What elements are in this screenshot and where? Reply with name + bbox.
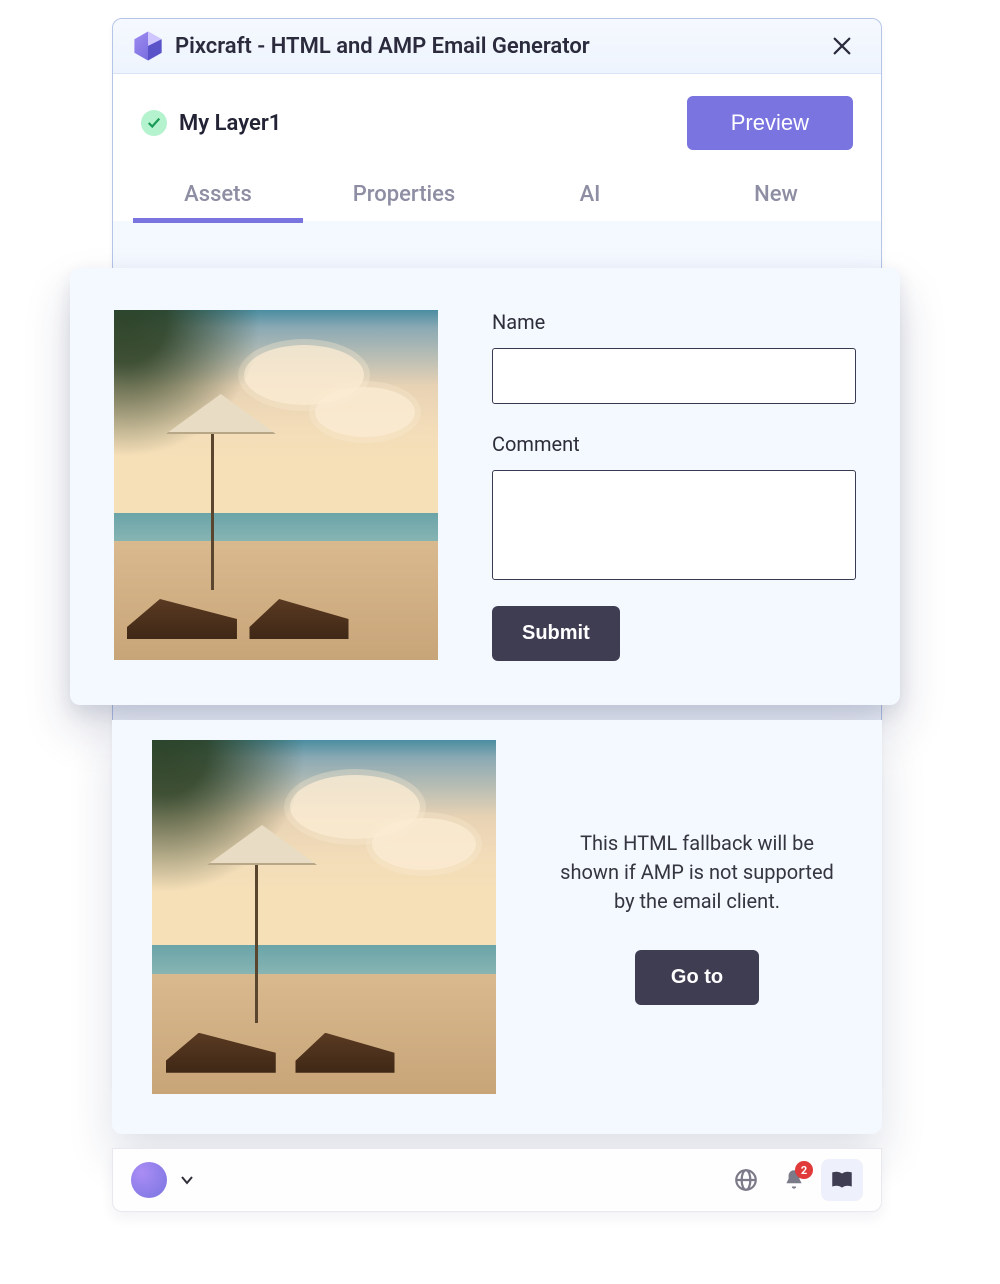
- tab-properties[interactable]: Properties: [311, 168, 497, 221]
- goto-button[interactable]: Go to: [635, 950, 759, 1005]
- status-check-icon: [141, 110, 167, 136]
- comment-input[interactable]: [492, 470, 856, 580]
- name-label: Name: [492, 310, 856, 334]
- close-button[interactable]: [825, 29, 859, 63]
- chevron-down-icon: [179, 1172, 195, 1188]
- close-icon: [831, 35, 853, 57]
- fallback-content: This HTML fallback will be shown if AMP …: [552, 829, 842, 1005]
- book-icon: [829, 1167, 855, 1193]
- app-logo-icon: [131, 29, 165, 63]
- tab-assets[interactable]: Assets: [125, 168, 311, 221]
- comment-label: Comment: [492, 432, 856, 456]
- html-fallback-card: This HTML fallback will be shown if AMP …: [112, 720, 882, 1134]
- tab-new[interactable]: New: [683, 168, 869, 221]
- fallback-message: This HTML fallback will be shown if AMP …: [552, 829, 842, 916]
- bottom-bar: 2: [112, 1148, 882, 1212]
- submit-button[interactable]: Submit: [492, 606, 620, 661]
- globe-button[interactable]: [725, 1159, 767, 1201]
- amp-preview-card: Name Comment Submit: [70, 268, 900, 705]
- preview-button[interactable]: Preview: [687, 96, 853, 150]
- tab-ai[interactable]: AI: [497, 168, 683, 221]
- user-avatar[interactable]: [131, 1162, 167, 1198]
- subheader: My Layer1 Preview: [113, 74, 881, 168]
- tabs: Assets Properties AI New: [113, 168, 881, 221]
- titlebar: Pixcraft - HTML and AMP Email Generator: [113, 19, 881, 74]
- user-menu-toggle[interactable]: [173, 1166, 201, 1194]
- amp-form: Name Comment Submit: [492, 310, 856, 661]
- fallback-image: [152, 740, 496, 1094]
- window-title: Pixcraft - HTML and AMP Email Generator: [175, 34, 825, 59]
- name-input[interactable]: [492, 348, 856, 404]
- preview-image: [114, 310, 438, 660]
- notifications-button[interactable]: 2: [773, 1159, 815, 1201]
- layer-name: My Layer1: [179, 111, 687, 136]
- notification-badge: 2: [795, 1161, 813, 1179]
- globe-icon: [733, 1167, 759, 1193]
- docs-button[interactable]: [821, 1159, 863, 1201]
